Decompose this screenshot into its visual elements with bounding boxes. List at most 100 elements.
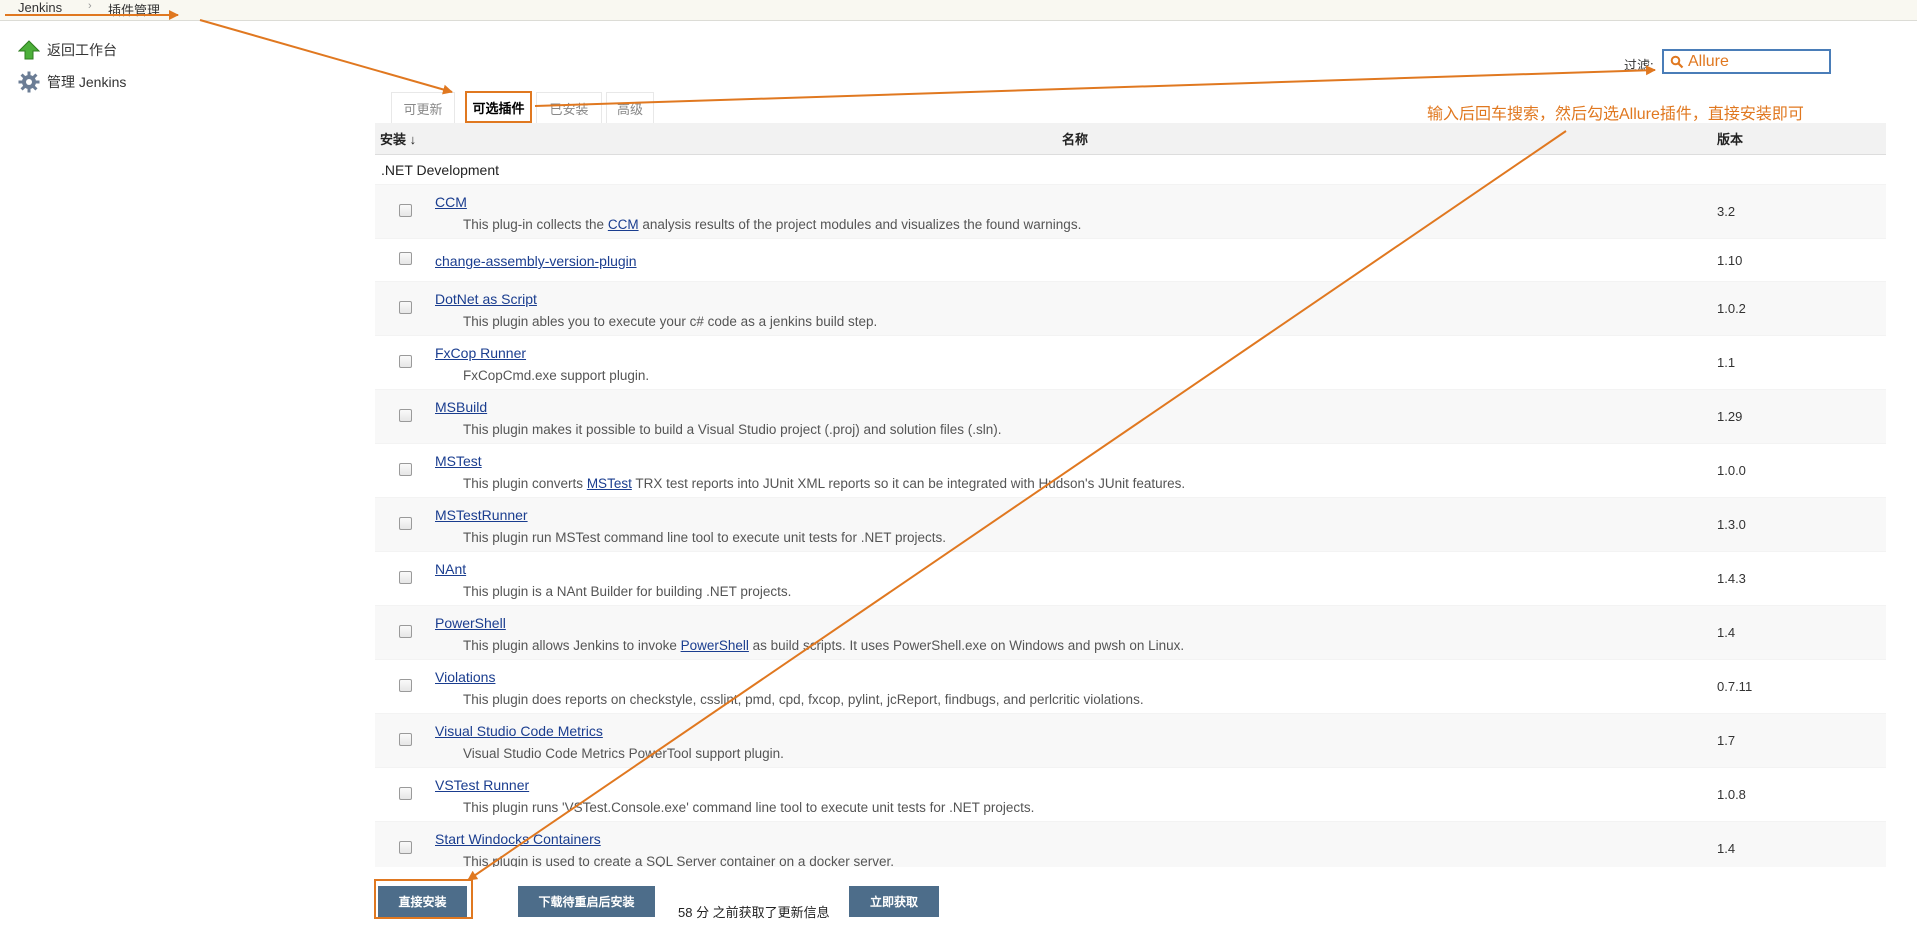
install-checkbox[interactable] — [398, 732, 412, 746]
install-checkbox-cell — [375, 281, 435, 336]
install-checkbox[interactable] — [398, 570, 412, 584]
plugin-name-link[interactable]: MSTest — [435, 453, 1714, 469]
install-checkbox[interactable] — [398, 516, 412, 530]
update-status-text: 58 分 之前获取了更新信息 — [678, 905, 830, 920]
manage-jenkins-link[interactable]: 管理 Jenkins — [18, 70, 126, 94]
install-checkbox-cell — [375, 389, 435, 444]
install-checkbox-cell — [375, 551, 435, 606]
tab-available[interactable]: 可选插件 — [465, 91, 532, 123]
plugin-description-text: This plugin makes it possible to build a… — [463, 421, 1002, 437]
check-now-button[interactable]: 立即获取 — [849, 886, 939, 917]
download-restart-button[interactable]: 下载待重启后安装 — [518, 886, 655, 917]
breadcrumb-plugin-manager-link[interactable]: 插件管理 — [108, 0, 160, 19]
plugin-description-link[interactable]: MSTest — [587, 476, 632, 491]
plugin-row: CCM This plug-in collects the CCM analysi… — [375, 184, 1886, 239]
plugin-name-cell: MSTest This plugin converts MSTest TRX te… — [435, 443, 1715, 498]
plugin-name-link[interactable]: MSTestRunner — [435, 507, 1714, 523]
plugin-name-cell: change-assembly-version-plugin — [435, 238, 1715, 282]
install-checkbox[interactable] — [398, 462, 412, 476]
plugin-description-text: FxCopCmd.exe support plugin. — [463, 367, 650, 383]
plugin-name-link[interactable]: Violations — [435, 669, 1714, 685]
plugin-description: This plugin is used to create a SQL Serv… — [463, 854, 1714, 868]
plugin-description-link[interactable]: CCM — [608, 217, 639, 232]
breadcrumb-separator-icon: › — [88, 0, 92, 12]
install-checkbox[interactable] — [398, 252, 412, 265]
plugin-description: This plugin ables you to execute your c#… — [463, 314, 1714, 329]
plugin-row: Start Windocks Containers This plugin is … — [375, 821, 1886, 868]
install-checkbox[interactable] — [398, 624, 412, 638]
plugin-description-text: This plugin runs 'VSTest.Console.exe' co… — [463, 799, 1035, 815]
version-column-header[interactable]: 版本 — [1715, 123, 1886, 155]
filter-box — [1662, 49, 1831, 74]
plugin-name-cell: DotNet as Script This plugin ables you to… — [435, 281, 1715, 336]
plugin-description-text: as build scripts. It uses PowerShell.exe… — [748, 637, 1185, 653]
plugin-name-cell: NAnt This plugin is a NAnt Builder for bu… — [435, 551, 1715, 606]
plugin-version: 1.4.3 — [1715, 551, 1886, 606]
plugin-description-text: This plug-in collects the — [463, 216, 608, 232]
plugin-table-container[interactable]: 安装 ↓ 名称 版本 .NET Development CCM This plug… — [375, 123, 1886, 867]
back-to-dashboard-link[interactable]: 返回工作台 — [17, 38, 117, 62]
plugin-description-text: This plugin is used to create a SQL Serv… — [463, 853, 894, 868]
plugin-name-link[interactable]: change-assembly-version-plugin — [435, 253, 1714, 269]
install-checkbox-cell — [375, 605, 435, 660]
plugin-name-link[interactable]: PowerShell — [435, 615, 1714, 631]
install-now-button[interactable]: 直接安装 — [378, 886, 467, 917]
plugin-version: 1.29 — [1715, 389, 1886, 444]
install-checkbox[interactable] — [398, 203, 412, 217]
install-checkbox-cell — [375, 238, 435, 282]
plugin-description-text: This plugin run MSTest command line tool… — [463, 529, 946, 545]
plugin-row: change-assembly-version-plugin 1.10 — [375, 238, 1886, 282]
plugin-version: 1.1 — [1715, 335, 1886, 390]
plugin-description-text: This plugin does reports on checkstyle, … — [463, 691, 1144, 707]
plugin-description: This plugin converts MSTest TRX test rep… — [463, 476, 1714, 491]
tab-installed[interactable]: 已安装 — [536, 92, 602, 123]
plugin-name-cell: PowerShell This plugin allows Jenkins to … — [435, 605, 1715, 660]
back-to-dashboard-label: 返回工作台 — [47, 42, 117, 58]
filter-input[interactable] — [1688, 51, 1828, 72]
install-column-header[interactable]: 安装 ↓ — [375, 123, 435, 155]
install-checkbox-cell — [375, 767, 435, 822]
name-column-header[interactable]: 名称 — [435, 123, 1715, 155]
plugin-description-text: TRX test reports into JUnit XML reports … — [631, 475, 1186, 491]
plugin-description-text: This plugin is a NAnt Builder for buildi… — [463, 583, 792, 599]
install-checkbox[interactable] — [398, 678, 412, 692]
plugin-name-link[interactable]: Start Windocks Containers — [435, 831, 1714, 847]
plugin-description-text: This plugin allows Jenkins to invoke — [463, 637, 681, 653]
plugin-name-link[interactable]: MSBuild — [435, 399, 1714, 415]
install-checkbox[interactable] — [398, 408, 412, 422]
plugin-table: 安装 ↓ 名称 版本 .NET Development CCM This plug… — [375, 123, 1886, 867]
breadcrumb: Jenkins › 插件管理 — [0, 0, 1917, 21]
plugin-row: NAnt This plugin is a NAnt Builder for bu… — [375, 551, 1886, 606]
plugin-name-link[interactable]: DotNet as Script — [435, 291, 1714, 307]
plugin-row: PowerShell This plugin allows Jenkins to … — [375, 605, 1886, 660]
install-checkbox[interactable] — [398, 300, 412, 314]
install-checkbox-cell — [375, 184, 435, 239]
plugin-row: MSBuild This plugin makes it possible to … — [375, 389, 1886, 444]
plugin-name-link[interactable]: FxCop Runner — [435, 345, 1714, 361]
install-checkbox[interactable] — [398, 840, 412, 854]
plugin-description-link[interactable]: PowerShell — [681, 638, 749, 653]
plugin-name-cell: CCM This plug-in collects the CCM analysi… — [435, 184, 1715, 239]
manage-jenkins-label: 管理 Jenkins — [47, 74, 127, 90]
plugin-version: 1.3.0 — [1715, 497, 1886, 552]
install-checkbox-cell — [375, 443, 435, 498]
plugin-name-link[interactable]: Visual Studio Code Metrics — [435, 723, 1714, 739]
tab-updates[interactable]: 可更新 — [391, 92, 455, 123]
plugin-name-link[interactable]: VSTest Runner — [435, 777, 1714, 793]
plugin-version: 1.10 — [1715, 238, 1886, 282]
install-checkbox[interactable] — [398, 354, 412, 368]
plugin-name-cell: Visual Studio Code Metrics Visual Studio … — [435, 713, 1715, 768]
tab-advanced[interactable]: 高级 — [606, 92, 654, 123]
plugin-version: 1.0.0 — [1715, 443, 1886, 498]
plugin-name-link[interactable]: NAnt — [435, 561, 1714, 577]
plugin-name-cell: Start Windocks Containers This plugin is … — [435, 821, 1715, 868]
plugin-row: MSTestRunner This plugin run MSTest comma… — [375, 497, 1886, 552]
install-checkbox-cell — [375, 497, 435, 552]
plugin-name-cell: VSTest Runner This plugin runs 'VSTest.Co… — [435, 767, 1715, 822]
plugin-name-cell: MSBuild This plugin makes it possible to … — [435, 389, 1715, 444]
plugin-row: VSTest Runner This plugin runs 'VSTest.Co… — [375, 767, 1886, 822]
install-checkbox[interactable] — [398, 786, 412, 800]
plugin-description: This plugin allows Jenkins to invoke Pow… — [463, 638, 1714, 653]
plugin-name-link[interactable]: CCM — [435, 194, 1714, 210]
breadcrumb-jenkins-link[interactable]: Jenkins — [18, 0, 62, 15]
